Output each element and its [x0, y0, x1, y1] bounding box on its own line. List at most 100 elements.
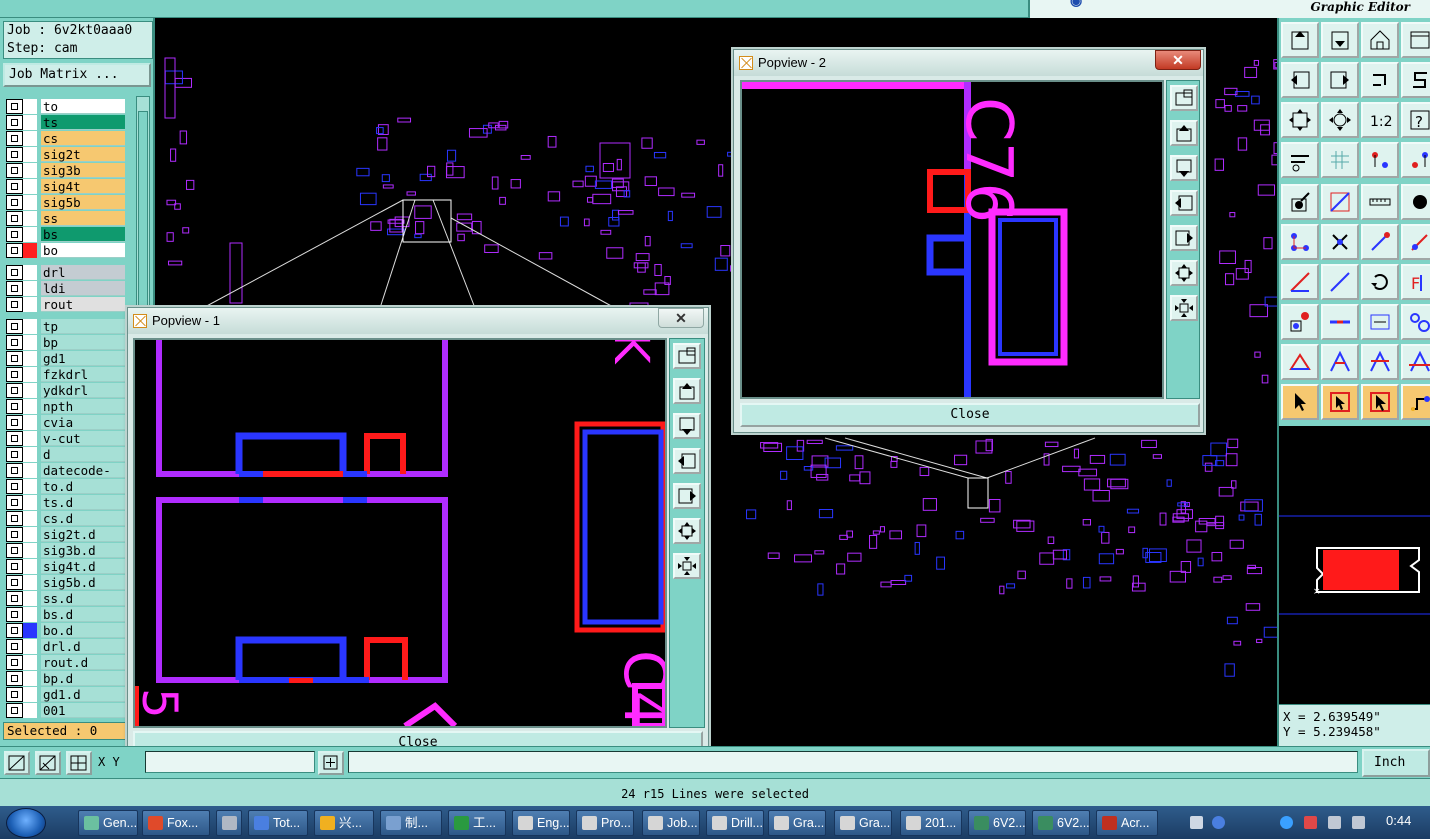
layer-color-swatch[interactable]	[23, 226, 37, 242]
popview-zoom-window-button[interactable]	[1170, 85, 1198, 111]
layer-row-tp[interactable]: tp	[4, 318, 126, 334]
popview-pan-left-button[interactable]	[673, 448, 701, 474]
popview-pan-right-button[interactable]	[673, 483, 701, 509]
tool-dimension-button[interactable]	[1361, 304, 1399, 340]
taskbar-item[interactable]: 兴...	[314, 810, 374, 836]
layer-row-ldi[interactable]: ldi	[4, 280, 126, 296]
tool-line-red-button[interactable]	[1281, 264, 1319, 300]
tool-rotate-button[interactable]	[1361, 264, 1399, 300]
tool-page-save-button[interactable]	[1321, 22, 1359, 58]
layer-checkbox[interactable]	[6, 606, 23, 622]
layer-color-swatch[interactable]	[23, 146, 37, 162]
layer-row-v-cut[interactable]: v-cut	[4, 430, 126, 446]
layer-row-cvia[interactable]: cvia	[4, 414, 126, 430]
tool-line-blue-button[interactable]	[1321, 264, 1359, 300]
taskbar-item[interactable]: Gra...	[834, 810, 892, 836]
layer-checkbox[interactable]	[6, 670, 23, 686]
tool-select-pointer-button[interactable]	[1361, 384, 1399, 420]
taskbar-item[interactable]: Acr...	[1096, 810, 1158, 836]
tool-arrow-up-right2-button[interactable]	[1401, 224, 1430, 260]
popview-zoom-window-button[interactable]	[673, 343, 701, 369]
popview-pan-up-button[interactable]	[1170, 120, 1198, 146]
layer-checkbox[interactable]	[6, 494, 23, 510]
taskbar-item[interactable]: Gra...	[768, 810, 826, 836]
app-tray-icon[interactable]	[1304, 816, 1317, 829]
layer-checkbox[interactable]	[6, 226, 23, 242]
layer-row-sig2t[interactable]: sig2t	[4, 146, 126, 162]
layer-color-swatch[interactable]	[23, 194, 37, 210]
layer-row-ss[interactable]: ss	[4, 210, 126, 226]
layer-checkbox[interactable]	[6, 318, 23, 334]
tool-triangle-button[interactable]	[1281, 344, 1319, 380]
layer-checkbox[interactable]	[6, 414, 23, 430]
layer-row-d[interactable]: d	[4, 446, 126, 462]
layer-checkbox[interactable]	[6, 264, 23, 280]
taskbar-item[interactable]: 制...	[380, 810, 442, 836]
command-input[interactable]	[348, 751, 1358, 773]
popview-zoom-out-button[interactable]	[1170, 295, 1198, 321]
layer-color-swatch[interactable]	[23, 98, 37, 114]
layer-checkbox[interactable]	[6, 178, 23, 194]
layer-checkbox[interactable]	[6, 462, 23, 478]
keyboard-icon[interactable]	[1190, 816, 1203, 829]
layer-color-swatch[interactable]	[23, 542, 37, 558]
popview-2-close-icon[interactable]: ✕	[1155, 50, 1201, 70]
popview-pan-up-button[interactable]	[673, 378, 701, 404]
taskbar-item[interactable]: Job...	[642, 810, 700, 836]
layer-checkbox[interactable]	[6, 382, 23, 398]
layer-color-swatch[interactable]	[23, 638, 37, 654]
layer-checkbox[interactable]	[6, 242, 23, 258]
tool-tools-button[interactable]	[1281, 142, 1319, 178]
layer-row-fzkdrl[interactable]: fzkdrl	[4, 366, 126, 382]
layer-color-swatch[interactable]	[23, 622, 37, 638]
popview-zoom-in-button[interactable]	[673, 518, 701, 544]
layer-checkbox[interactable]	[6, 446, 23, 462]
layer-color-swatch[interactable]	[23, 574, 37, 590]
layer-row-rout[interactable]: rout	[4, 296, 126, 312]
layer-color-swatch[interactable]	[23, 350, 37, 366]
layer-color-swatch[interactable]	[23, 398, 37, 414]
layer-checkbox[interactable]	[6, 654, 23, 670]
layer-color-swatch[interactable]	[23, 462, 37, 478]
layer-checkbox[interactable]	[6, 194, 23, 210]
popview-zoom-in-button[interactable]	[1170, 260, 1198, 286]
layer-checkbox[interactable]	[6, 686, 23, 702]
tool-text-button[interactable]: F	[1401, 264, 1430, 300]
layer-checkbox[interactable]	[6, 366, 23, 382]
layer-row-ts[interactable]: ts	[4, 114, 126, 130]
layer-row-cs[interactable]: cs	[4, 130, 126, 146]
overview-minimap[interactable]: ×	[1277, 426, 1430, 704]
popview-pan-down-button[interactable]	[1170, 155, 1198, 181]
layer-checkbox[interactable]	[6, 280, 23, 296]
layer-color-swatch[interactable]	[23, 382, 37, 398]
taskbar-item[interactable]: Eng...	[512, 810, 570, 836]
tool-component-button[interactable]	[1281, 304, 1319, 340]
taskbar-item[interactable]: 工...	[448, 810, 506, 836]
popview-pan-down-button[interactable]	[673, 413, 701, 439]
layer-checkbox[interactable]	[6, 702, 23, 718]
xy-input[interactable]	[145, 751, 315, 773]
tool-a-shape3-button[interactable]	[1401, 344, 1430, 380]
layer-row-drl.d[interactable]: drl.d	[4, 638, 126, 654]
tool-help-button[interactable]: ?	[1401, 102, 1430, 138]
layer-color-swatch[interactable]	[23, 686, 37, 702]
layer-color-swatch[interactable]	[23, 210, 37, 226]
layer-color-swatch[interactable]	[23, 334, 37, 350]
start-button[interactable]	[6, 808, 46, 838]
layer-row-ydkdrl[interactable]: ydkdrl	[4, 382, 126, 398]
layer-row-bp.d[interactable]: bp.d	[4, 670, 126, 686]
layer-row-rout.d[interactable]: rout.d	[4, 654, 126, 670]
tool-route-button[interactable]	[1321, 184, 1359, 220]
layer-row-sig3b[interactable]: sig3b	[4, 162, 126, 178]
layer-row-001[interactable]: 001	[4, 702, 126, 718]
popview-1-view[interactable]: 5 C44 K	[133, 338, 667, 728]
layer-checkbox[interactable]	[6, 542, 23, 558]
tool-page-left-button[interactable]	[1281, 62, 1319, 98]
tool-window-button[interactable]	[1401, 22, 1430, 58]
layer-checkbox[interactable]	[6, 638, 23, 654]
network-icon[interactable]	[1328, 816, 1341, 829]
popview-pan-right-button[interactable]	[1170, 225, 1198, 251]
layer-color-swatch[interactable]	[23, 670, 37, 686]
taskbar-item[interactable]: 201...	[900, 810, 962, 836]
layer-color-swatch[interactable]	[23, 606, 37, 622]
